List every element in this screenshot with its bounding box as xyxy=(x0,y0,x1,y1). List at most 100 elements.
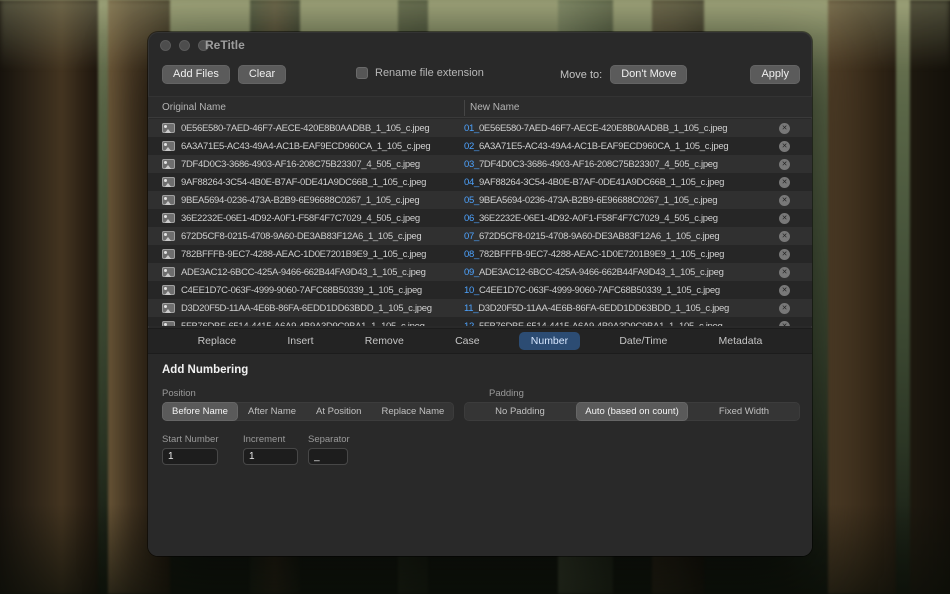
tab[interactable]: Metadata xyxy=(707,332,775,350)
tab[interactable]: Number xyxy=(519,332,580,350)
original-name-cell: 6A3A71E5-AC43-49A4-AC1B-EAF9ECD960CA_1_1… xyxy=(162,141,464,152)
padding-segment[interactable]: Auto (based on count) xyxy=(576,402,688,421)
tab[interactable]: Case xyxy=(443,332,492,350)
image-file-icon xyxy=(162,141,175,151)
new-name-cell: 07_672D5CF8-0215-4708-9A60-DE3AB83F12A6_… xyxy=(464,231,812,242)
new-name-text: 9AF88264-3C54-4B0E-B7AF-0DE41A9DC66B_1_1… xyxy=(479,177,724,188)
original-name-text: 782BFFFB-9EC7-4288-AEAC-1D0E7201B9E9_1_1… xyxy=(181,249,426,260)
padding-segment[interactable]: No Padding xyxy=(464,402,576,421)
start-number-input[interactable] xyxy=(162,448,218,465)
mode-tabbar: Replace Insert Remove Case Number Date/T… xyxy=(148,328,812,354)
new-name-text: 782BFFFB-9EC7-4288-AEAC-1D0E7201B9E9_1_1… xyxy=(479,249,724,260)
original-name-cell: 5FB76DBF-6514-4415-A6A9-4B9A3D9C9BA1_1_1… xyxy=(162,321,464,327)
original-name-text: C4EE1D7C-063F-4999-9060-7AFC68B50339_1_1… xyxy=(181,285,422,296)
position-segment[interactable]: At Position xyxy=(306,402,371,421)
position-segmented-control: Before Name After Name At Position Repla… xyxy=(162,402,454,421)
image-file-icon xyxy=(162,267,175,277)
table-row[interactable]: 36E2232E-06E1-4D92-A0F1-F58F4F7C7029_4_5… xyxy=(148,209,812,227)
remove-file-button[interactable] xyxy=(779,285,790,296)
table-row[interactable]: C4EE1D7C-063F-4999-9060-7AFC68B50339_1_1… xyxy=(148,281,812,299)
original-name-cell: 0E56E580-7AED-46F7-AECE-420E8B0AADBB_1_1… xyxy=(162,123,464,134)
move-to-popup-button[interactable]: Don't Move xyxy=(610,65,687,84)
padding-segment[interactable]: Fixed Width xyxy=(688,402,800,421)
number-prefix: 09_ xyxy=(464,267,479,278)
tab[interactable]: Replace xyxy=(186,332,249,350)
toolbar: Add Files Clear Rename file extension Mo… xyxy=(148,62,812,88)
image-file-icon xyxy=(162,285,175,295)
new-name-cell: 02_6A3A71E5-AC43-49A4-AC1B-EAF9ECD960CA_… xyxy=(464,141,812,152)
new-name-text: ADE3AC12-6BCC-425A-9466-662B44FA9D43_1_1… xyxy=(479,267,724,278)
position-label: Position xyxy=(162,388,196,399)
original-name-cell: 782BFFFB-9EC7-4288-AEAC-1D0E7201B9E9_1_1… xyxy=(162,249,464,260)
position-segment[interactable]: After Name xyxy=(238,402,306,421)
original-name-text: ADE3AC12-6BCC-425A-9466-662B44FA9D43_1_1… xyxy=(181,267,426,278)
number-prefix: 05_ xyxy=(464,195,479,206)
table-row[interactable]: 6A3A71E5-AC43-49A4-AC1B-EAF9ECD960CA_1_1… xyxy=(148,137,812,155)
remove-file-button[interactable] xyxy=(779,303,790,314)
original-name-text: 5FB76DBF-6514-4415-A6A9-4B9A3D9C9BA1_1_1… xyxy=(181,321,425,327)
close-window-button[interactable] xyxy=(160,40,171,51)
table-row[interactable]: 9BEA5694-0236-473A-B2B9-6E96688C0267_1_1… xyxy=(148,191,812,209)
table-row[interactable]: 5FB76DBF-6514-4415-A6A9-4B9A3D9C9BA1_1_1… xyxy=(148,317,812,326)
number-prefix: 01_ xyxy=(464,123,479,134)
table-row[interactable]: 9AF88264-3C54-4B0E-B7AF-0DE41A9DC66B_1_1… xyxy=(148,173,812,191)
remove-file-button[interactable] xyxy=(779,159,790,170)
new-name-cell: 05_9BEA5694-0236-473A-B2B9-6E96688C0267_… xyxy=(464,195,812,206)
increment-label: Increment xyxy=(243,434,285,445)
retitle-window: ReTitle Add Files Clear Rename file exte… xyxy=(148,32,812,556)
table-row[interactable]: 0E56E580-7AED-46F7-AECE-420E8B0AADBB_1_1… xyxy=(148,119,812,137)
file-list[interactable]: 0E56E580-7AED-46F7-AECE-420E8B0AADBB_1_1… xyxy=(148,119,812,326)
column-header-original-name[interactable]: Original Name xyxy=(162,102,226,113)
remove-file-button[interactable] xyxy=(779,141,790,152)
number-prefix: 12_ xyxy=(464,321,479,327)
column-divider[interactable] xyxy=(464,100,465,116)
column-header-new-name[interactable]: New Name xyxy=(470,102,519,113)
image-file-icon xyxy=(162,159,175,169)
rename-extension-checkbox[interactable] xyxy=(356,67,368,79)
new-name-text: D3D20F5D-11AA-4E6B-86FA-6EDD1DD63BDD_1_1… xyxy=(478,303,729,314)
position-segment[interactable]: Replace Name xyxy=(371,402,454,421)
tab[interactable]: Insert xyxy=(275,332,325,350)
original-name-text: 9AF88264-3C54-4B0E-B7AF-0DE41A9DC66B_1_1… xyxy=(181,177,426,188)
apply-button[interactable]: Apply xyxy=(750,65,800,84)
separator-input[interactable] xyxy=(308,448,348,465)
original-name-text: 0E56E580-7AED-46F7-AECE-420E8B0AADBB_1_1… xyxy=(181,123,429,134)
clear-button[interactable]: Clear xyxy=(238,65,286,84)
position-segment[interactable]: Before Name xyxy=(162,402,238,421)
new-name-cell: 11_D3D20F5D-11AA-4E6B-86FA-6EDD1DD63BDD_… xyxy=(464,303,812,314)
new-name-text: 9BEA5694-0236-473A-B2B9-6E96688C0267_1_1… xyxy=(479,195,717,206)
new-name-cell: 04_9AF88264-3C54-4B0E-B7AF-0DE41A9DC66B_… xyxy=(464,177,812,188)
remove-file-button[interactable] xyxy=(779,213,790,224)
image-file-icon xyxy=(162,321,175,326)
remove-file-button[interactable] xyxy=(779,177,790,188)
window-title: ReTitle xyxy=(205,38,245,52)
remove-file-button[interactable] xyxy=(779,195,790,206)
remove-file-button[interactable] xyxy=(779,231,790,242)
tab[interactable]: Remove xyxy=(353,332,416,350)
original-name-text: D3D20F5D-11AA-4E6B-86FA-6EDD1DD63BDD_1_1… xyxy=(181,303,432,314)
remove-file-button[interactable] xyxy=(779,249,790,260)
remove-file-button[interactable] xyxy=(779,123,790,134)
table-row[interactable]: ADE3AC12-6BCC-425A-9466-662B44FA9D43_1_1… xyxy=(148,263,812,281)
remove-file-button[interactable] xyxy=(779,267,790,278)
add-files-button[interactable]: Add Files xyxy=(162,65,230,84)
minimize-window-button[interactable] xyxy=(179,40,190,51)
original-name-cell: C4EE1D7C-063F-4999-9060-7AFC68B50339_1_1… xyxy=(162,285,464,296)
image-file-icon xyxy=(162,195,175,205)
separator-label: Separator xyxy=(308,434,350,445)
increment-input[interactable] xyxy=(243,448,298,465)
table-row[interactable]: D3D20F5D-11AA-4E6B-86FA-6EDD1DD63BDD_1_1… xyxy=(148,299,812,317)
image-file-icon xyxy=(162,231,175,241)
table-row[interactable]: 782BFFFB-9EC7-4288-AEAC-1D0E7201B9E9_1_1… xyxy=(148,245,812,263)
image-file-icon xyxy=(162,177,175,187)
original-name-cell: 672D5CF8-0215-4708-9A60-DE3AB83F12A6_1_1… xyxy=(162,231,464,242)
titlebar[interactable]: ReTitle xyxy=(148,32,812,58)
table-row[interactable]: 672D5CF8-0215-4708-9A60-DE3AB83F12A6_1_1… xyxy=(148,227,812,245)
table-row[interactable]: 7DF4D0C3-3686-4903-AF16-208C75B23307_4_5… xyxy=(148,155,812,173)
number-prefix: 02_ xyxy=(464,141,479,152)
original-name-cell: 36E2232E-06E1-4D92-A0F1-F58F4F7C7029_4_5… xyxy=(162,213,464,224)
traffic-lights xyxy=(160,40,209,51)
tab[interactable]: Date/Time xyxy=(607,332,679,350)
new-name-cell: 09_ADE3AC12-6BCC-425A-9466-662B44FA9D43_… xyxy=(464,267,812,278)
original-name-cell: 9AF88264-3C54-4B0E-B7AF-0DE41A9DC66B_1_1… xyxy=(162,177,464,188)
